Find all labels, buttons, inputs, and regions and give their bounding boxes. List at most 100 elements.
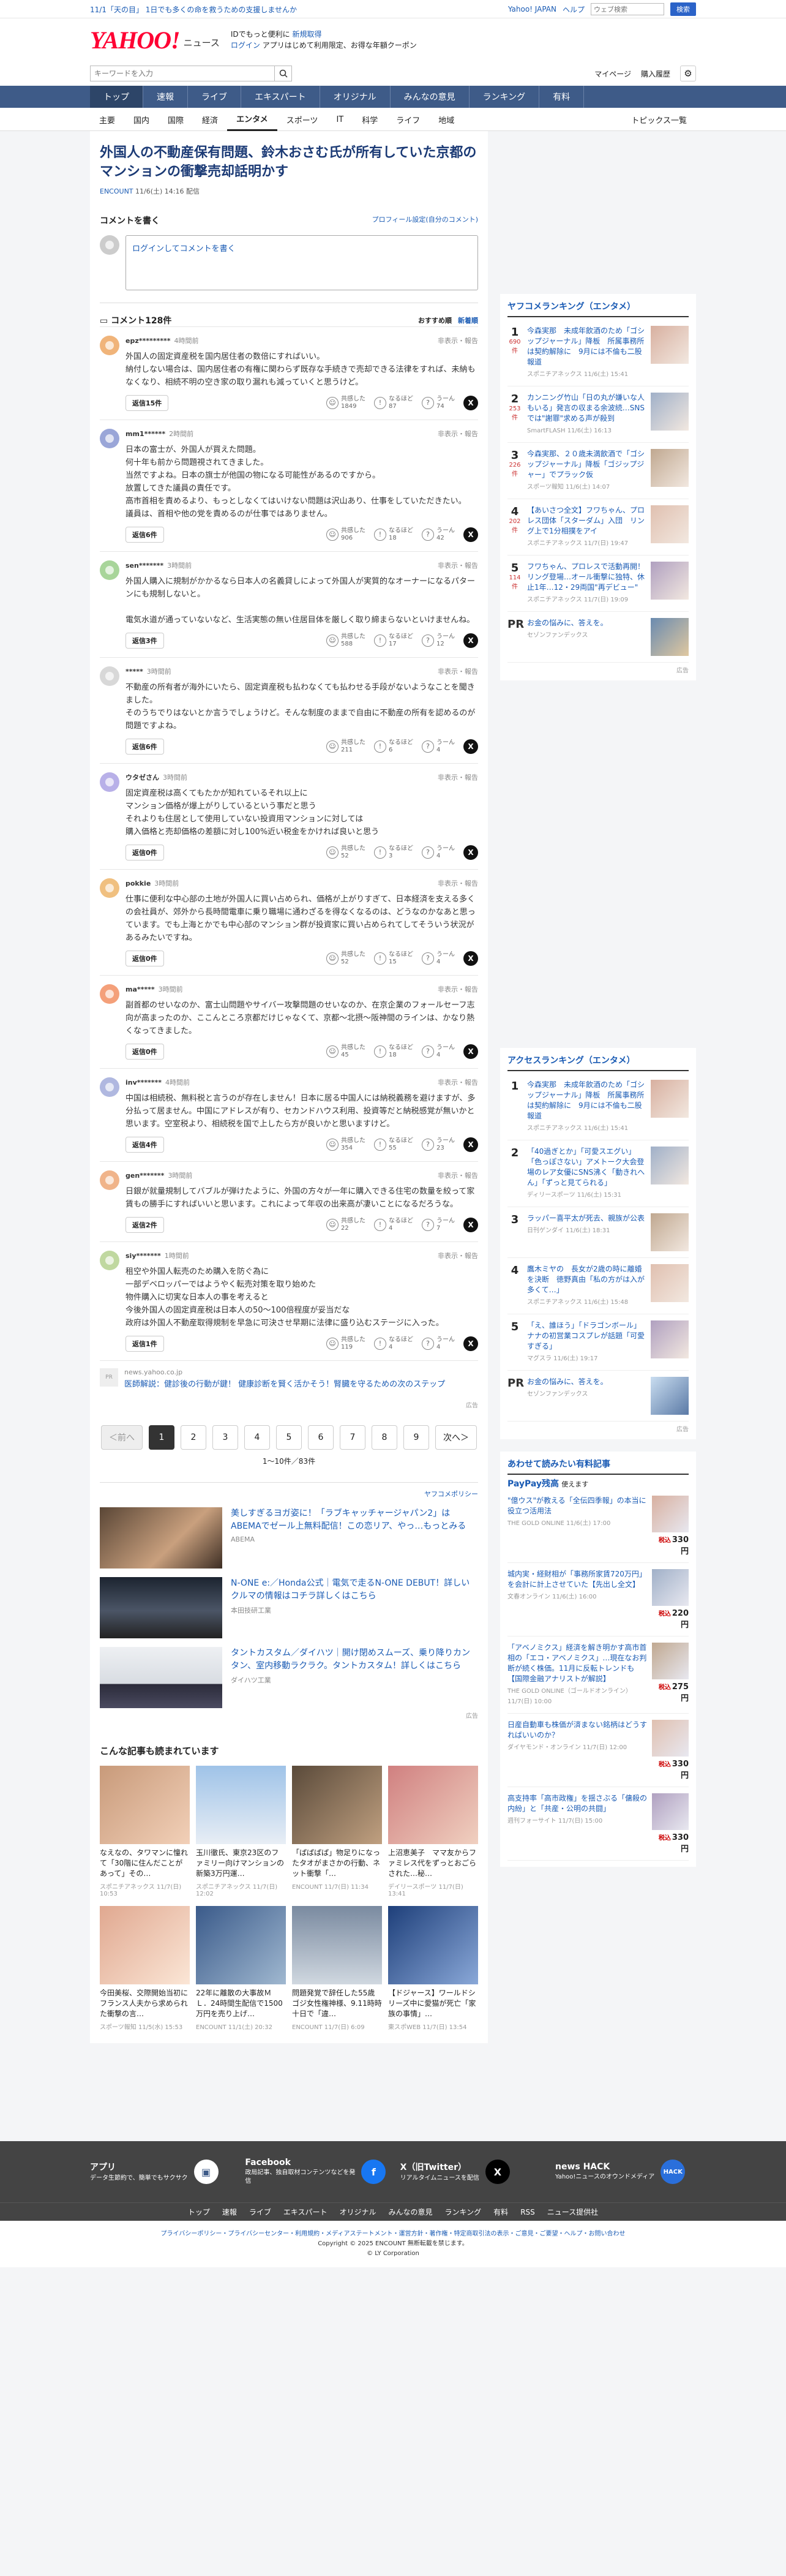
reaction-2[interactable]: ! なるほど 15 xyxy=(374,951,413,966)
paid-title[interactable]: 「アベノミクス」経済を解き明かす高市首相の「エコ・アベノミクス」…現在なお判断が… xyxy=(507,1643,647,1684)
related-image[interactable] xyxy=(100,1906,190,1984)
footer-x[interactable]: X（旧Twitter） リアルタイムニュースを配信 X xyxy=(400,2160,541,2184)
nav-opinion[interactable]: みんなの意見 xyxy=(391,86,470,108)
article-title[interactable]: 外国人の不動産保有問題、鈴木おさむ氏が所有していた京都のマンションの衝撃売却話明… xyxy=(100,143,478,181)
cat-domestic[interactable]: 国内 xyxy=(124,108,159,131)
page-8[interactable]: 8 xyxy=(372,1425,397,1450)
cat-main[interactable]: 主要 xyxy=(90,108,124,131)
footer-nav-item[interactable]: ライブ xyxy=(249,2207,271,2217)
ranking-item[interactable]: 4 202件 【あいさつ全文】フワちゃん、プロレス団体「スターダム」入団 リング上で… xyxy=(507,499,689,555)
report-link[interactable]: 非表示・報告 xyxy=(438,666,478,676)
ranking-image[interactable] xyxy=(651,1213,689,1251)
comment-user[interactable]: pokkie xyxy=(125,879,151,887)
ranking-title[interactable]: 【あいさつ全文】フワちゃん、プロレス団体「スターダム」入団 リング上で1分相撲を… xyxy=(527,505,646,537)
purchase-history-link[interactable]: 購入履歴 xyxy=(641,69,670,79)
ranking-item[interactable]: 3 226件 今森実那、２０歳未満飲酒で「ゴシップジャーナル」降板「ゴジップジャー」… xyxy=(507,443,689,499)
report-link[interactable]: 非表示・報告 xyxy=(438,429,478,439)
login-link[interactable]: ログイン xyxy=(231,41,260,50)
x-share-icon[interactable]: X xyxy=(463,527,478,542)
legal-links[interactable]: プライバシーポリシー・プライバシーセンター・利用規約・メディアステートメント・運… xyxy=(0,2229,786,2239)
ranking-image[interactable] xyxy=(651,1080,689,1118)
nav-paid[interactable]: 有料 xyxy=(539,86,585,108)
x-share-icon[interactable]: X xyxy=(463,633,478,648)
ranking-pr-item[interactable]: PR お金の悩みに、答えを。 セゾンファンデックス xyxy=(507,612,689,663)
replies-button[interactable]: 返信2件 xyxy=(125,1217,164,1233)
ad-image[interactable] xyxy=(100,1577,222,1638)
reaction-1[interactable]: ☺ 共感した 52 xyxy=(326,845,365,860)
reaction-3[interactable]: ? うーん 4 xyxy=(422,1044,455,1059)
related-title[interactable]: 22年に離散の大事故ＭＬ．24時間生配信で1500万円を売り上げ… xyxy=(196,1988,286,2019)
ad-flag[interactable]: 広告 xyxy=(507,1424,689,1433)
footer-newshack[interactable]: news HACK Yahoo!ニュースのオウンドメディア HACK xyxy=(555,2160,696,2184)
comment-user[interactable]: sen******* xyxy=(125,562,163,570)
paid-item[interactable]: 高支持率「高市政権」を揺さぶる「傭殺の内紛」と「共産・公明の共闘」 週刊フォーサイ… xyxy=(507,1787,689,1861)
reaction-2[interactable]: ! なるほど 18 xyxy=(374,527,413,542)
article-source[interactable]: ENCOUNT xyxy=(100,187,133,195)
footer-nav-item[interactable]: ニュース提供社 xyxy=(547,2207,598,2217)
paid-item[interactable]: 城内実・経財相が「事務所家賃720万円」を会計に計上させていた【先出し全文】 文春… xyxy=(507,1563,689,1636)
web-search-button[interactable]: 検索 xyxy=(670,2,696,16)
sponsored-title[interactable]: 医師解説：健診後の行動が鍵！ 健康診断を賢く活かそう！腎臓を守るための次のステッ… xyxy=(124,1379,445,1390)
related-item[interactable]: 今田美桜、交際開始当初にフランス人夫から求められた衝撃の言… スポーツ報知 11/… xyxy=(100,1906,190,2031)
ranking-item[interactable]: 5 「え、誰ほう」「ドラゴンボール」ナナの初営業コスプレが話題「可愛すぎる」 マグス… xyxy=(507,1314,689,1371)
footer-facebook[interactable]: Facebook 政局記事、独自取材コンテンツなどを発信 f xyxy=(245,2158,386,2186)
paid-title[interactable]: 城内実・経財相が「事務所家賃720万円」を会計に計上させていた【先出し全文】 xyxy=(507,1569,647,1590)
nav-top[interactable]: トップ xyxy=(90,86,143,108)
sort-newest[interactable]: 新着順 xyxy=(458,315,478,325)
news-search-input[interactable] xyxy=(91,66,274,81)
report-link[interactable]: 非表示・報告 xyxy=(438,772,478,782)
x-share-icon[interactable]: X xyxy=(463,1336,478,1351)
cat-life[interactable]: ライフ xyxy=(387,108,429,131)
related-image[interactable] xyxy=(292,1906,382,1984)
reaction-2[interactable]: ! なるほど 17 xyxy=(374,633,413,648)
reaction-1[interactable]: ☺ 共感した 211 xyxy=(326,739,365,754)
comment-user[interactable]: ***** xyxy=(125,668,143,676)
ad-item[interactable]: 美しすぎるヨガ姿に！「ラブキャッチャージャパン2」はABEMAでゼール上無料配信… xyxy=(100,1507,478,1569)
replies-button[interactable]: 返信3件 xyxy=(125,633,164,649)
next-page-button[interactable]: 次へ＞ xyxy=(435,1425,477,1450)
pr-image[interactable] xyxy=(651,618,689,656)
reaction-1[interactable]: ☺ 共感した 119 xyxy=(326,1336,365,1351)
ranking-item[interactable]: 4 鷹木ミヤの 長女が2歳の時に離婚を決断 徳野真由「私の方がは入が多くて…」 スポ… xyxy=(507,1258,689,1314)
ad-item[interactable]: N-ONE e:／Honda公式｜電気で走るN-ONE DEBUT！詳しいクルマ… xyxy=(100,1577,478,1638)
footer-nav-item[interactable]: RSS xyxy=(520,2208,535,2216)
page-1[interactable]: 1 xyxy=(149,1425,174,1450)
web-search-input[interactable] xyxy=(591,3,664,15)
related-title[interactable]: なえなの、タワマンに憧れて「30階に住んだことがあって」その… xyxy=(100,1848,190,1879)
related-title[interactable]: 「ぱぱぱぱ」物足りになったタオがまさかの行動、ネット衝撃「… xyxy=(292,1848,382,1879)
x-share-icon[interactable]: X xyxy=(463,1044,478,1059)
reaction-3[interactable]: ? うーん 23 xyxy=(422,1137,455,1152)
ranking-title[interactable]: 「40過ぎとか」「可愛スエグい」「色っぽさない」アメトーク大会登場のレア女優にS… xyxy=(527,1147,646,1188)
paid-title[interactable]: "億ウス"が教える「全伝四季報」の本当に役立つ活用法 xyxy=(507,1496,647,1516)
related-image[interactable] xyxy=(388,1766,478,1844)
reaction-2[interactable]: ! なるほど 4 xyxy=(374,1336,413,1351)
related-title[interactable]: 玉川徹氏、東京23区のファミリー向けマンションの新築3万円運… xyxy=(196,1848,286,1879)
footer-nav-item[interactable]: トップ xyxy=(188,2207,210,2217)
report-link[interactable]: 非表示・報告 xyxy=(438,878,478,888)
help-link[interactable]: ヘルプ xyxy=(563,4,585,15)
cat-it[interactable]: IT xyxy=(327,108,353,131)
ad-flag[interactable]: 広告 xyxy=(100,1711,478,1720)
nav-original[interactable]: オリジナル xyxy=(320,86,391,108)
x-share-icon[interactable]: X xyxy=(463,845,478,860)
related-title[interactable]: 【ドジャース】ワールドシリーズ中に愛猫が死亡「家族の事情」… xyxy=(388,1988,478,2019)
cat-region[interactable]: 地域 xyxy=(429,108,463,131)
reaction-1[interactable]: ☺ 共感した 906 xyxy=(326,527,365,542)
footer-nav-item[interactable]: ランキング xyxy=(445,2207,482,2217)
reaction-3[interactable]: ? うーん 7 xyxy=(422,1218,455,1232)
reaction-2[interactable]: ! なるほど 3 xyxy=(374,845,413,860)
nav-live[interactable]: ライブ xyxy=(188,86,241,108)
related-title[interactable]: 今田美桜、交際開始当初にフランス人夫から求められた衝撃の言… xyxy=(100,1988,190,2019)
report-link[interactable]: 非表示・報告 xyxy=(438,984,478,994)
yahoo-logo[interactable]: YAHOO! xyxy=(90,26,181,55)
ranking-item[interactable]: 2 253件 カンニング竹山「日の丸が嫌いな人もいる」発言の収まる余波続…SNSでは… xyxy=(507,386,689,443)
footer-nav-item[interactable]: エキスパート xyxy=(283,2207,328,2217)
profile-settings-link[interactable]: プロフィール設定(自分のコメント) xyxy=(372,214,478,227)
ranking-title[interactable]: 「え、誰ほう」「ドラゴンボール」ナナの初営業コスプレが話題「可愛すぎる」 xyxy=(527,1320,646,1352)
ranking-title[interactable]: ラッパー喜平太が死去、親族が公表 xyxy=(527,1213,646,1224)
related-item[interactable]: なえなの、タワマンに憧れて「30階に住んだことがあって」その… スポニチアネックス… xyxy=(100,1766,190,1897)
replies-button[interactable]: 返信4件 xyxy=(125,1137,164,1153)
comment-user[interactable]: inv******* xyxy=(125,1079,162,1087)
x-share-icon[interactable]: X xyxy=(463,396,478,410)
reaction-2[interactable]: ! なるほど 6 xyxy=(374,739,413,754)
